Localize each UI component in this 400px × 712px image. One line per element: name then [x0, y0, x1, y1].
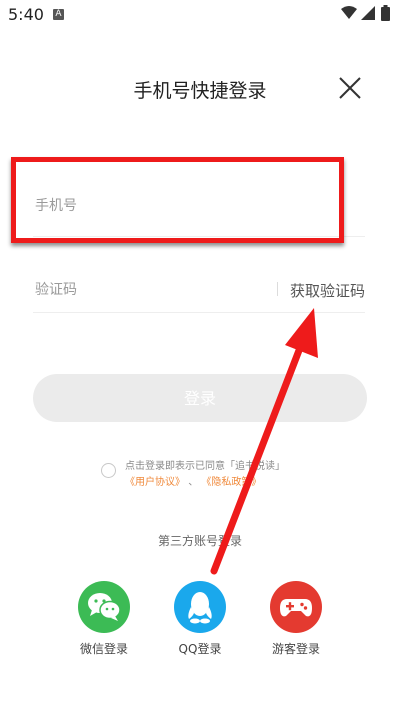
guest-login-label: 游客登录 [271, 642, 320, 656]
wifi-icon [341, 6, 357, 19]
third-party-title: 第三方账号登录 [157, 534, 242, 548]
agreement-links: 《用户协议》 、 《隐私政策》 [125, 473, 261, 488]
highlight-box [11, 157, 344, 243]
agreement-text: 点击登录即表示已同意「追书悦读」 [125, 461, 285, 472]
wechat-icon [88, 593, 121, 621]
close-icon [339, 77, 361, 99]
login-button[interactable]: 登录 [33, 374, 367, 422]
guest-login-button[interactable] [270, 581, 322, 633]
get-code-button[interactable]: 获取验证码 [290, 280, 365, 301]
wechat-login-button[interactable] [78, 581, 130, 633]
signal-icon [361, 6, 375, 20]
wechat-login-label: 微信登录 [79, 642, 128, 656]
privacy-policy-link[interactable]: 《隐私政策》 [201, 477, 261, 488]
gamepad-icon [280, 599, 312, 617]
agreement-separator: 、 [188, 477, 199, 488]
verification-code-input[interactable] [33, 276, 257, 304]
notification-a-icon: A [53, 9, 64, 20]
divider [277, 282, 278, 296]
user-agreement-link[interactable]: 《用户协议》 [125, 477, 185, 488]
qq-penguin-icon [188, 592, 212, 624]
qq-login-label: QQ登录 [178, 642, 222, 656]
agreement-checkbox[interactable] [101, 463, 116, 478]
status-bar: 5:40 A [0, 0, 400, 28]
status-time: 5:40 [8, 5, 44, 24]
battery-icon [381, 5, 390, 21]
close-button[interactable] [335, 73, 365, 103]
code-field-row: 获取验证码 [33, 268, 365, 313]
qq-login-button[interactable] [174, 581, 226, 633]
